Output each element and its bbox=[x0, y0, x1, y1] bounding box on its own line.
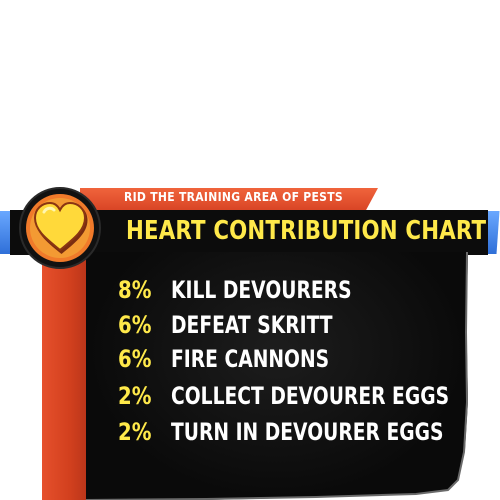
heart-contribution-chart: RID THE TRAINING AREA OF PESTS HEART CON… bbox=[0, 0, 500, 500]
contribution-task: KILL DEVOURERS bbox=[171, 276, 352, 304]
list-item: 6% DEFEAT SKRITT bbox=[0, 311, 500, 341]
list-item: 8% KILL DEVOURERS bbox=[0, 276, 500, 306]
contribution-task: TURN IN DEVOURER EGGS bbox=[171, 418, 444, 446]
subtitle-text: RID THE TRAINING AREA OF PESTS bbox=[124, 190, 343, 204]
contribution-percent: 6% bbox=[118, 311, 152, 339]
contribution-task: DEFEAT SKRITT bbox=[171, 311, 333, 339]
contribution-percent: 8% bbox=[118, 276, 152, 304]
contribution-task: FIRE CANNONS bbox=[171, 345, 330, 373]
contribution-percent: 2% bbox=[118, 382, 152, 410]
heart-icon bbox=[19, 187, 101, 269]
list-item: 2% COLLECT DEVOURER EGGS bbox=[0, 382, 500, 412]
list-item: 2% TURN IN DEVOURER EGGS bbox=[0, 418, 500, 448]
chart-title: HEART CONTRIBUTION CHART bbox=[126, 216, 487, 246]
heart-badge bbox=[18, 186, 102, 270]
contribution-percent: 6% bbox=[118, 345, 152, 373]
contribution-percent: 2% bbox=[118, 418, 152, 446]
contribution-task: COLLECT DEVOURER EGGS bbox=[171, 382, 450, 410]
list-item: 6% FIRE CANNONS bbox=[0, 345, 500, 375]
